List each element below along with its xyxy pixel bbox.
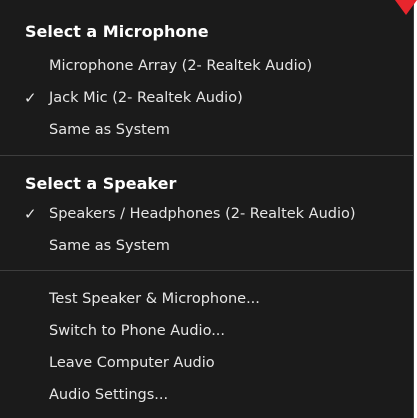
menu-item-label: Test Speaker & Microphone...	[49, 291, 260, 307]
menu-item-label: Microphone Array (2- Realtek Audio)	[49, 58, 313, 74]
speaker-option-headphones[interactable]: ✓ Speakers / Headphones (2- Realtek Audi…	[0, 199, 413, 229]
menu-item-label: Same as System	[49, 122, 170, 138]
microphone-section-header: Select a Microphone	[25, 22, 209, 41]
menu-item-label: Speakers / Headphones (2- Realtek Audio)	[49, 206, 356, 222]
leave-computer-audio-item[interactable]: Leave Computer Audio	[0, 348, 413, 378]
menu-item-label: Jack Mic (2- Realtek Audio)	[49, 90, 243, 106]
speaker-section-header: Select a Speaker	[25, 174, 177, 193]
microphone-option-same-as-system[interactable]: Same as System	[0, 115, 413, 145]
menu-item-label: Same as System	[49, 238, 170, 254]
menu-item-label: Leave Computer Audio	[49, 355, 215, 371]
red-arrow-marker-icon	[395, 0, 417, 15]
switch-to-phone-audio-item[interactable]: Switch to Phone Audio...	[0, 316, 413, 346]
test-speaker-microphone-item[interactable]: Test Speaker & Microphone...	[0, 284, 413, 314]
audio-settings-item[interactable]: Audio Settings...	[0, 380, 413, 410]
microphone-option-array[interactable]: Microphone Array (2- Realtek Audio)	[0, 51, 413, 81]
menu-item-label: Switch to Phone Audio...	[49, 323, 226, 339]
divider	[0, 155, 413, 156]
speaker-option-same-as-system[interactable]: Same as System	[0, 231, 413, 261]
menu-item-label: Audio Settings...	[49, 387, 169, 403]
audio-options-menu: Select a Microphone Microphone Array (2-…	[0, 0, 414, 418]
divider	[0, 270, 413, 271]
microphone-option-jack-mic[interactable]: ✓ Jack Mic (2- Realtek Audio)	[0, 83, 413, 113]
checkmark-icon: ✓	[24, 89, 37, 107]
checkmark-icon: ✓	[24, 205, 37, 223]
